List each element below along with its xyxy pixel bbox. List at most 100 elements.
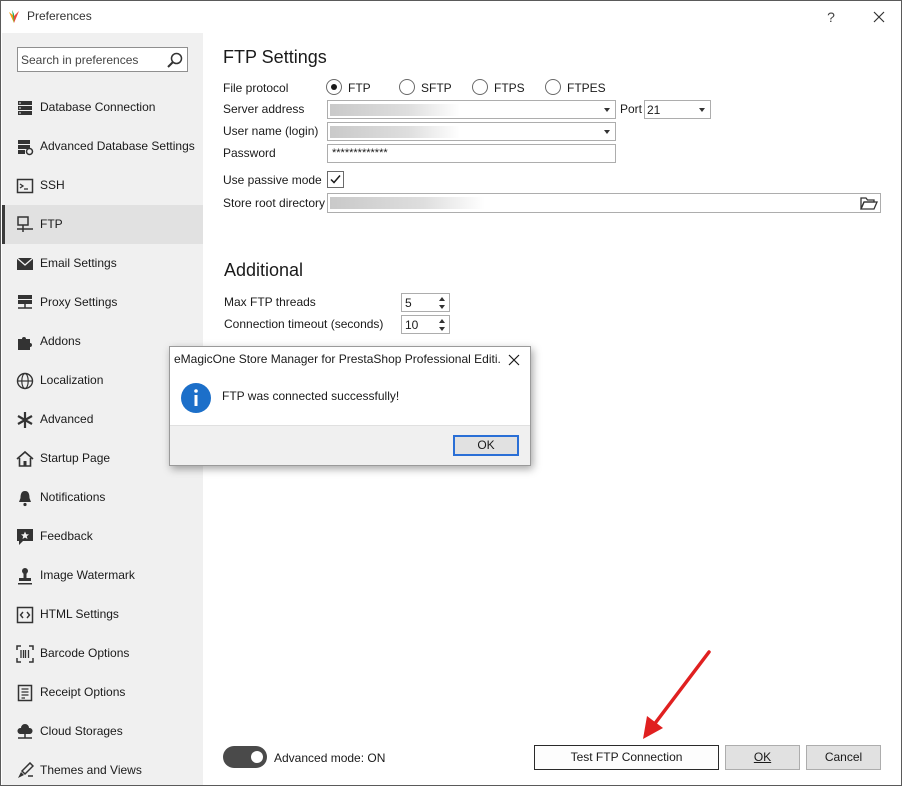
sidebar-item-label: SSH xyxy=(40,178,65,192)
envelope-icon xyxy=(16,257,34,270)
username-combo[interactable] xyxy=(327,122,616,141)
sidebar-item-feedback[interactable]: Feedback xyxy=(2,517,203,556)
code-icon xyxy=(16,606,34,624)
ok-button-label: OK xyxy=(753,750,772,764)
sidebar-item-image-watermark[interactable]: Image Watermark xyxy=(2,556,203,595)
radio-sftp-label[interactable]: SFTP xyxy=(421,81,452,95)
radio-ftpes[interactable] xyxy=(545,79,561,95)
radio-ftps-label[interactable]: FTPS xyxy=(494,81,525,95)
database-icon xyxy=(18,101,32,115)
ok-button[interactable]: OK xyxy=(725,745,800,770)
stamp-icon xyxy=(18,568,32,585)
max-threads-label: Max FTP threads xyxy=(224,295,316,309)
sidebar-item-ftp[interactable]: FTP xyxy=(2,205,203,244)
file-protocol-label: File protocol xyxy=(223,81,289,95)
cancel-button[interactable]: Cancel xyxy=(806,745,881,770)
advanced-mode-label: Advanced mode: ON xyxy=(274,751,386,765)
ftp-settings-title: FTP Settings xyxy=(223,47,327,67)
advanced-mode-toggle[interactable] xyxy=(223,746,267,768)
sidebar-item-notifications[interactable]: Notifications xyxy=(2,478,203,517)
sidebar-item-email-settings[interactable]: Email Settings xyxy=(2,244,203,283)
folder-open-icon[interactable] xyxy=(860,195,878,211)
server-address-label: Server address xyxy=(223,102,305,116)
sidebar-item-receipt-options[interactable]: Receipt Options xyxy=(2,673,203,712)
timeout-label: Connection timeout (seconds) xyxy=(224,317,384,331)
search-input[interactable] xyxy=(21,51,161,68)
sidebar-item-label: Advanced xyxy=(40,412,94,426)
sidebar-item-label: Localization xyxy=(40,373,104,387)
max-threads-value: 5 xyxy=(405,296,412,310)
spin-down-icon[interactable] xyxy=(439,305,445,309)
bell-icon xyxy=(19,491,31,507)
sidebar-item-themes-and-views[interactable]: Themes and Views xyxy=(2,751,203,790)
sidebar-item-label: Addons xyxy=(40,334,81,348)
info-icon xyxy=(181,383,211,413)
server-address-combo[interactable] xyxy=(327,100,616,119)
spin-up-icon[interactable] xyxy=(439,297,445,301)
preferences-window: Preferences ? Database Connection xyxy=(0,0,902,786)
sidebar-item-cloud-storages[interactable]: Cloud Storages xyxy=(2,712,203,751)
sidebar-item-database-connection[interactable]: Database Connection xyxy=(2,88,203,127)
sidebar-item-label: Receipt Options xyxy=(40,685,126,699)
chevron-down-icon[interactable] xyxy=(604,130,610,134)
sidebar-item-label: Advanced Database Settings xyxy=(40,139,195,153)
message-dialog: eMagicOne Store Manager for PrestaShop P… xyxy=(169,346,531,466)
window-close-icon[interactable] xyxy=(866,5,892,29)
server-icon xyxy=(18,295,32,309)
test-ftp-connection-button[interactable]: Test FTP Connection xyxy=(534,745,719,770)
asterisk-icon xyxy=(17,412,33,428)
username-label: User name (login) xyxy=(223,124,319,138)
port-combo[interactable]: 21 xyxy=(644,100,711,119)
sidebar-item-html-settings[interactable]: HTML Settings xyxy=(2,595,203,634)
passive-mode-checkbox[interactable] xyxy=(327,171,344,188)
radio-sftp[interactable] xyxy=(399,79,415,95)
search-icon[interactable] xyxy=(166,51,184,69)
puzzle-icon xyxy=(18,337,32,350)
sidebar-item-label: Email Settings xyxy=(40,256,117,270)
dialog-title: eMagicOne Store Manager for PrestaShop P… xyxy=(174,352,500,366)
root-directory-label: Store root directory xyxy=(223,196,326,210)
timeout-spinner[interactable]: 10 xyxy=(401,315,450,334)
dialog-close-icon[interactable] xyxy=(506,352,522,368)
spin-down-icon[interactable] xyxy=(439,327,445,331)
sidebar-item-barcode-options[interactable]: Barcode Options xyxy=(2,634,203,673)
dialog-ok-button[interactable]: OK xyxy=(453,435,519,456)
help-button[interactable]: ? xyxy=(819,5,843,29)
max-threads-spinner[interactable]: 5 xyxy=(401,293,450,312)
sidebar-item-label: Database Connection xyxy=(40,100,156,114)
network-icon xyxy=(17,216,33,232)
spin-up-icon[interactable] xyxy=(439,319,445,323)
star-comment-icon xyxy=(17,529,33,545)
sidebar-item-ssh[interactable]: SSH xyxy=(2,166,203,205)
sidebar-item-label: Feedback xyxy=(40,529,93,543)
checkmark-icon xyxy=(330,175,341,184)
redacted-value xyxy=(330,104,460,116)
sidebar-item-label: FTP xyxy=(40,217,63,231)
sidebar-item-label: HTML Settings xyxy=(40,607,119,621)
chevron-down-icon[interactable] xyxy=(604,108,610,112)
password-field[interactable]: ************* xyxy=(327,144,616,163)
radio-ftp-label[interactable]: FTP xyxy=(348,81,371,95)
database-settings-icon xyxy=(18,140,34,156)
sidebar-item-label: Barcode Options xyxy=(40,646,130,660)
root-directory-field[interactable] xyxy=(327,193,881,213)
terminal-icon xyxy=(16,178,34,194)
sidebar-item-advanced-database-settings[interactable]: Advanced Database Settings xyxy=(2,127,203,166)
radio-ftps[interactable] xyxy=(472,79,488,95)
cloud-icon xyxy=(17,724,33,739)
radio-ftpes-label[interactable]: FTPES xyxy=(567,81,606,95)
paint-icon xyxy=(18,762,34,778)
sidebar-item-label: Image Watermark xyxy=(40,568,135,582)
redacted-value xyxy=(330,126,460,138)
dialog-message: FTP was connected successfully! xyxy=(222,389,400,403)
globe-icon xyxy=(16,372,34,390)
home-icon xyxy=(16,450,34,467)
port-value: 21 xyxy=(647,103,661,117)
redacted-value xyxy=(330,197,485,209)
radio-ftp[interactable] xyxy=(326,79,342,95)
window-title: Preferences xyxy=(27,9,92,23)
sidebar-item-proxy-settings[interactable]: Proxy Settings xyxy=(2,283,203,322)
password-label: Password xyxy=(223,146,276,160)
chevron-down-icon[interactable] xyxy=(699,108,705,112)
search-box[interactable] xyxy=(17,47,188,72)
